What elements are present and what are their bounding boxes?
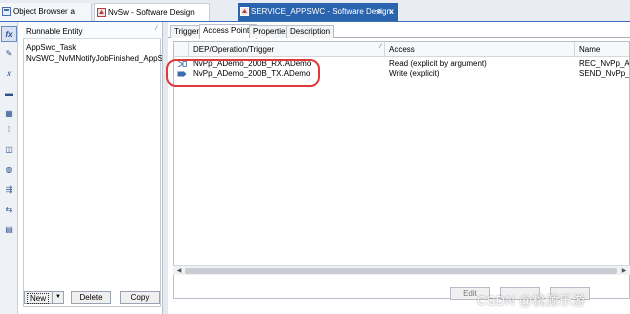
- watermark: CSDN @桃源乐游: [477, 293, 586, 308]
- chevron-down-icon[interactable]: ▼: [52, 292, 63, 303]
- access-cell: Write (explicit): [389, 69, 440, 78]
- scroll-right-icon[interactable]: ▶: [619, 266, 629, 276]
- list-icon[interactable]: ▤: [3, 224, 15, 236]
- column-header-access[interactable]: Access: [385, 42, 575, 57]
- column-header-dep[interactable]: DEP/Operation/Trigger ⁄: [189, 42, 385, 57]
- new-button-label: New: [26, 293, 49, 304]
- runnable-entity-header[interactable]: Runnable Entity ⁄: [23, 24, 161, 39]
- tab-description[interactable]: Description: [286, 25, 335, 38]
- tab-object-browser[interactable]: Object Browser a: [0, 3, 92, 21]
- scrollbar-thumb[interactable]: [185, 268, 617, 274]
- pin-icon[interactable]: a: [71, 3, 75, 21]
- runnable-entity-list: [23, 24, 161, 307]
- dash-icon[interactable]: ▬: [3, 88, 15, 100]
- list-item[interactable]: AppSwc_Task: [26, 42, 162, 53]
- mapping-icon[interactable]: ⇆: [3, 204, 15, 216]
- runnable-entity-header-label: Runnable Entity: [26, 27, 83, 36]
- name-cell: REC_NvPp_ADemo: [579, 59, 630, 68]
- software-design-icon: [240, 7, 249, 16]
- port-icon[interactable]: ⇶: [3, 184, 15, 196]
- software-design-icon: [97, 8, 106, 17]
- object-browser-icon: [2, 7, 11, 16]
- copy-button[interactable]: Copy: [120, 291, 160, 304]
- sub-tab-bar: Triggers Access Points Properties Descri…: [168, 24, 630, 39]
- runnable-entity-panel: Runnable Entity ⁄ AppSwc_Task NvSWC_NvMN…: [20, 22, 163, 314]
- list-item[interactable]: NvSWC_NvMNotifyJobFinished_AppSwc...: [26, 53, 162, 64]
- name-cell: SEND_NvPp_ADemo: [579, 69, 630, 78]
- close-icon[interactable]: x: [390, 3, 394, 21]
- tab-service-appswc-software-design[interactable]: SERVICE_APPSWC - Software Design -a x: [238, 3, 398, 21]
- new-button[interactable]: New ▼: [24, 291, 64, 304]
- highlight-annotation: [166, 59, 320, 87]
- table-header: DEP/Operation/Trigger ⁄ Access Name: [174, 42, 629, 57]
- icon-column-header: [174, 42, 189, 57]
- function-icon[interactable]: fx: [1, 26, 17, 42]
- sort-icon[interactable]: ⁄: [156, 22, 157, 37]
- filter-icon[interactable]: ◍: [3, 164, 15, 176]
- binary-icon[interactable]: ⁞: [3, 124, 15, 136]
- module-icon[interactable]: ▦: [3, 108, 15, 120]
- component-icon[interactable]: ◫: [3, 144, 15, 156]
- tab-nvsw-software-design[interactable]: NvSw - Software Design: [94, 3, 210, 21]
- column-header-dep-label: DEP/Operation/Trigger: [193, 45, 275, 54]
- horizontal-scrollbar[interactable]: ◀ ▶: [173, 265, 630, 275]
- pin-icon[interactable]: -a: [375, 3, 381, 21]
- tab-object-browser-label: Object Browser: [13, 7, 68, 16]
- access-cell: Read (explicit by argument): [389, 59, 487, 68]
- scroll-left-icon[interactable]: ◀: [174, 266, 184, 276]
- tab-service-label: SERVICE_APPSWC - Software Design: [251, 7, 391, 16]
- tool-strip: fx ✎ 𝑥 ▬ ▦ ⁞ ◫ ◍ ⇶ ⇆ ▤: [0, 22, 18, 314]
- edit-icon[interactable]: ✎: [3, 48, 15, 60]
- sort-icon[interactable]: ⁄: [380, 42, 381, 55]
- tab-nvsw-label: NvSw - Software Design: [108, 8, 195, 17]
- variable-icon[interactable]: 𝑥: [3, 68, 15, 80]
- delete-button[interactable]: Delete: [71, 291, 111, 304]
- column-header-name[interactable]: Name: [575, 42, 629, 57]
- editor-tab-bar: Object Browser a NvSw - Software Design …: [0, 0, 630, 22]
